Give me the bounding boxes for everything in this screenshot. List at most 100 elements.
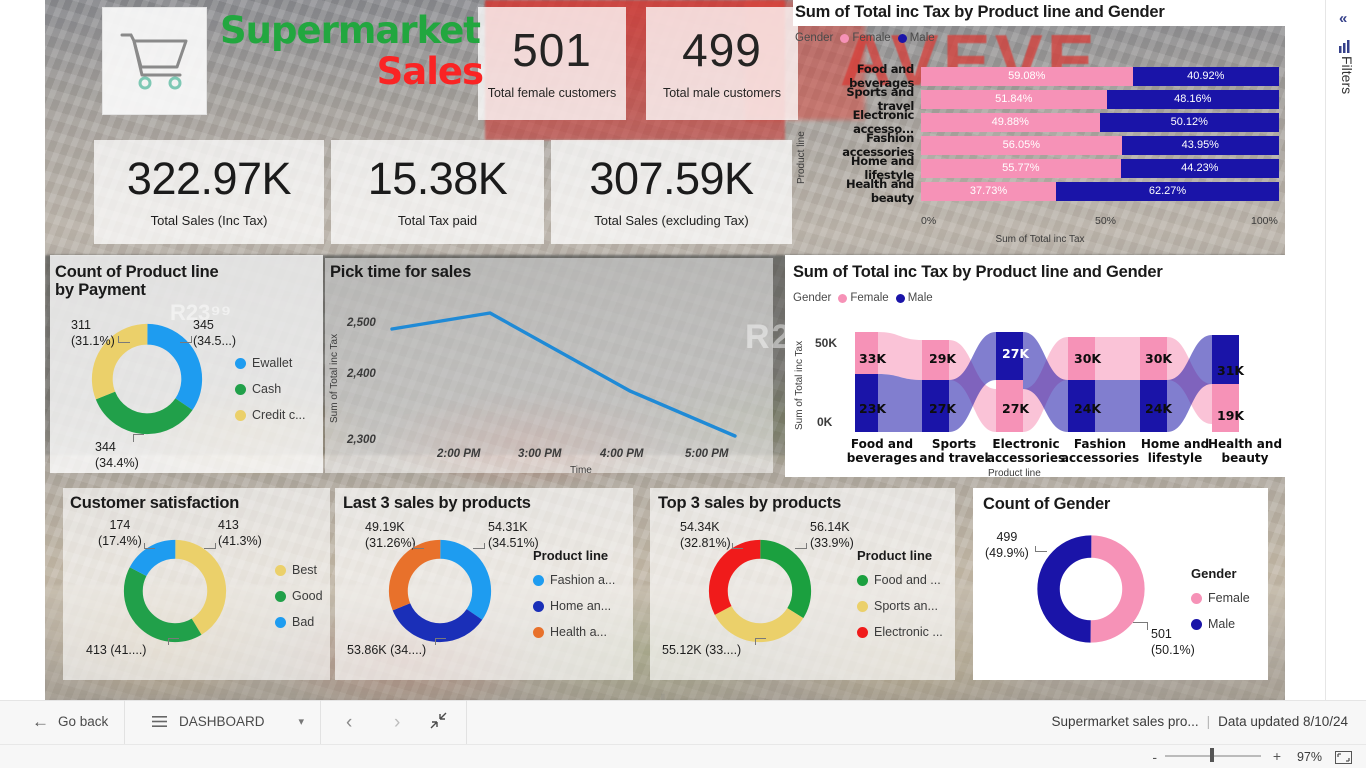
visual-stacked-percent-bar[interactable]: Sum of Total inc Tax by Product line and… xyxy=(795,2,1285,252)
zoom-in-button[interactable]: + xyxy=(1273,748,1281,764)
donut-customer-satisfaction[interactable] xyxy=(120,536,230,646)
visual-top3-sales-donut[interactable]: Top 3 sales by products 54.34K (32.81%) … xyxy=(650,488,955,680)
ribbon-plot[interactable] xyxy=(855,332,1267,432)
leader-line xyxy=(118,336,130,343)
legend-item-sports-travel[interactable]: Sports an... xyxy=(857,599,943,613)
legend-label: Sports an... xyxy=(874,599,938,613)
legend-item-fashion-accessories[interactable]: Fashion a... xyxy=(533,573,615,587)
line-plot[interactable] xyxy=(380,296,770,446)
visual-payment-donut[interactable]: Count of Product line by Payment 311 (31… xyxy=(50,258,325,476)
table-row[interactable]: Home and lifestyle 55.77% 44.23% xyxy=(809,154,1279,182)
table-row[interactable]: Electronic accesso... 49.88% 50.12% xyxy=(809,108,1279,136)
legend[interactable]: Product line Food and ... Sports an... E… xyxy=(857,548,943,651)
ribbon-value-male-fashion: 24K xyxy=(1074,401,1102,416)
legend-item-health-beauty[interactable]: Health a... xyxy=(533,625,615,639)
legend-label: Female xyxy=(852,32,891,44)
legend-item-electronic-accessories[interactable]: Electronic ... xyxy=(857,625,943,639)
prev-page-button[interactable]: ‹ xyxy=(336,708,362,738)
legend-item-bad[interactable]: Bad xyxy=(275,615,323,629)
legend-label: Electronic ... xyxy=(874,625,943,639)
legend[interactable]: Gender Female Male xyxy=(793,292,933,304)
ribbon-value-male-home: 24K xyxy=(1145,401,1173,416)
table-row[interactable]: Sports and travel 51.84% 48.16% xyxy=(809,85,1279,113)
legend-dot-home-icon xyxy=(533,600,544,612)
fit-to-page-icon[interactable] xyxy=(1335,751,1352,764)
title-line-2: Sales xyxy=(376,50,484,93)
legend-item-female[interactable]: Female xyxy=(1191,591,1250,605)
legend-item-home-lifestyle[interactable]: Home an... xyxy=(533,599,615,613)
table-row[interactable]: Health and beauty 37.73% 62.27% xyxy=(809,177,1279,205)
zoom-slider-thumb[interactable] xyxy=(1210,748,1214,762)
legend-item-best[interactable]: Best xyxy=(275,563,323,577)
visual-ribbon-chart[interactable]: Sum of Total inc Tax by Product line and… xyxy=(793,258,1285,480)
visual-pick-time-line[interactable]: Pick time for sales Sum of Total inc Tax… xyxy=(325,258,773,476)
leader-line xyxy=(168,638,179,645)
go-back-button[interactable]: ← Go back xyxy=(16,700,124,743)
legend[interactable]: Best Good Bad xyxy=(275,563,323,641)
legend[interactable]: Gender Female Male xyxy=(795,32,935,44)
donut-label-good: 413 (41....) xyxy=(86,643,146,659)
donut-last3-sales[interactable] xyxy=(385,536,495,646)
filter-bars-icon[interactable] xyxy=(1339,40,1354,53)
y-tick-2400: 2,400 xyxy=(347,368,376,380)
label-pct: (31.1%) xyxy=(71,333,115,348)
label-pct: (17.4%) xyxy=(98,533,142,548)
ribbon-male-4-5 xyxy=(1095,380,1140,432)
legend-label: Bad xyxy=(292,615,315,629)
legend-dot-ewallet-icon xyxy=(235,357,246,369)
bar-track: 55.77% 44.23% xyxy=(921,158,1279,178)
legend-item-good[interactable]: Good xyxy=(275,589,323,603)
leader-line xyxy=(204,543,216,549)
legend-item-female[interactable]: Female xyxy=(838,292,889,304)
visual-gender-donut[interactable]: Count of Gender 499 (49.9%) 501 (50.1%) … xyxy=(973,488,1268,680)
kpi-label: Total male customers xyxy=(662,86,782,100)
donut-gender[interactable] xyxy=(1035,533,1147,645)
bar-segment-female: 51.84% xyxy=(921,89,1107,109)
ribbon-value-male-health: 31K xyxy=(1217,363,1245,378)
y-tick-50k: 50K xyxy=(815,336,838,350)
stacked-bars: Food and beverages 59.08% 40.92% Sports … xyxy=(809,62,1279,205)
bar-segment-female: 49.88% xyxy=(921,112,1100,132)
y-axis-title: Sum of Total inc Tax xyxy=(794,340,805,430)
donut-label-female: 501 (50.1%) xyxy=(1151,627,1195,658)
y-tick-2300: 2,300 xyxy=(347,434,376,446)
legend-item-male[interactable]: Male xyxy=(897,32,935,44)
donut-top3-sales[interactable] xyxy=(705,536,815,646)
kpi-total-tax-paid[interactable]: 15.38K Total Tax paid xyxy=(331,140,544,244)
visual-title: Sum of Total inc Tax by Product line and… xyxy=(793,263,1163,281)
page-selector[interactable]: DASHBOARD ▾ xyxy=(136,700,320,743)
table-row[interactable]: Food and beverages 59.08% 40.92% xyxy=(809,62,1279,90)
kpi-total-sales-inc-tax[interactable]: 322.97K Total Sales (Inc Tax) xyxy=(94,140,324,244)
go-back-label: Go back xyxy=(58,714,109,729)
label-pct: (34.51%) xyxy=(488,535,539,550)
legend-item-food-beverages[interactable]: Food and ... xyxy=(857,573,943,587)
double-chevron-left-icon[interactable]: « xyxy=(1339,10,1347,27)
report-name[interactable]: Supermarket sales pro... xyxy=(1052,714,1199,729)
legend-item-ewallet[interactable]: Ewallet xyxy=(235,356,306,370)
legend[interactable]: Product line Fashion a... Home an... Hea… xyxy=(533,548,615,651)
legend-item-male[interactable]: Male xyxy=(895,292,933,304)
legend[interactable]: Gender Female Male xyxy=(1191,566,1250,643)
label-pct: (33.9%) xyxy=(810,535,854,550)
kpi-total-female-customers[interactable]: 501 Total female customers xyxy=(478,7,626,120)
legend[interactable]: Ewallet Cash Credit c... xyxy=(235,356,306,434)
visual-last3-sales-donut[interactable]: Last 3 sales by products 49.19K (31.26%)… xyxy=(335,488,635,680)
filters-label[interactable]: Filters xyxy=(1339,56,1355,94)
legend-item-credit-card[interactable]: Credit c... xyxy=(235,408,306,422)
collapse-arrows-icon[interactable] xyxy=(430,712,447,729)
next-page-button[interactable]: › xyxy=(384,708,410,738)
kpi-total-sales-excluding-tax[interactable]: 307.59K Total Sales (excluding Tax) xyxy=(551,140,792,244)
table-row[interactable]: Fashion accessories 56.05% 43.95% xyxy=(809,131,1279,159)
zoom-out-button[interactable]: - xyxy=(1152,749,1157,765)
legend-title: Gender xyxy=(1191,566,1237,581)
line-series-total-inc-tax[interactable] xyxy=(390,311,737,438)
report-info: Supermarket sales pro... | Data updated … xyxy=(1052,700,1348,743)
legend-item-female[interactable]: Female xyxy=(840,32,891,44)
chevron-down-icon[interactable]: ▾ xyxy=(298,715,304,728)
visual-customer-satisfaction-donut[interactable]: Customer satisfaction 174 (17.4%) 413 (4… xyxy=(63,488,330,680)
legend-item-cash[interactable]: Cash xyxy=(235,382,306,396)
legend-item-male[interactable]: Male xyxy=(1191,617,1250,631)
bar-track: 37.73% 62.27% xyxy=(921,181,1279,201)
kpi-value: 15.38K xyxy=(367,153,508,204)
kpi-total-male-customers[interactable]: 499 Total male customers xyxy=(646,7,798,120)
